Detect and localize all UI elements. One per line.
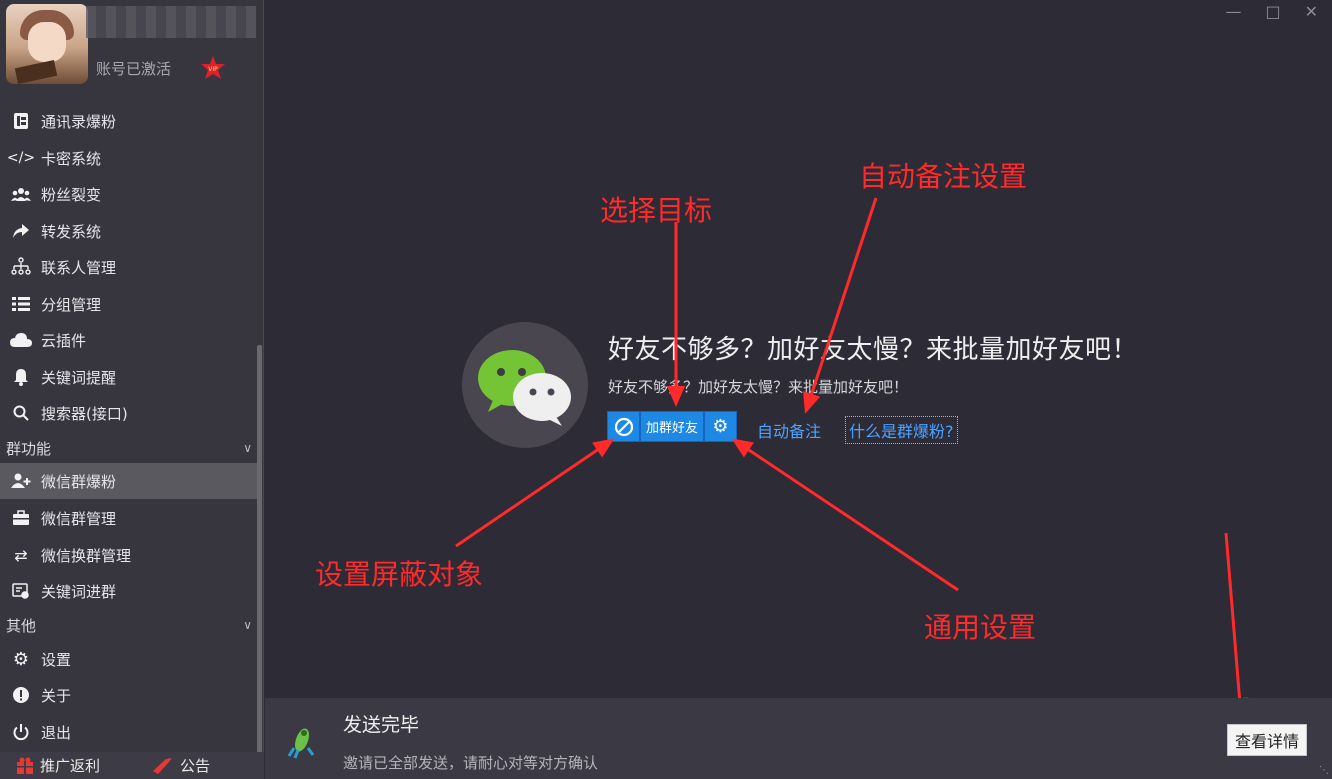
sidebar-item-search-interface[interactable]: 搜索器(接口) — [0, 395, 262, 431]
sidebar-item-label: 云插件 — [41, 331, 87, 350]
sidebar-item-label: 微信群管理 — [41, 509, 117, 528]
close-icon[interactable]: ✕ — [1305, 2, 1318, 21]
search-icon — [10, 403, 32, 423]
sidebar-item-label: 联系人管理 — [41, 258, 117, 277]
vip-star-icon: VIP — [201, 56, 225, 79]
keyword-group-icon — [10, 581, 32, 601]
chevron-down-icon: ∨ — [243, 441, 252, 455]
section-title: 群功能 — [6, 439, 52, 458]
sidebar-item-about[interactable]: 关于 — [0, 677, 262, 713]
username-redacted — [86, 6, 256, 38]
sidebar-item-wechat-group-boost[interactable]: 微信群爆粉 — [0, 463, 262, 499]
sidebar-item-label: 关键词进群 — [41, 582, 117, 601]
main-headline: 好友不够多？加好友太慢？来批量加好友吧！ — [608, 335, 1139, 365]
annotation-auto-remark-settings: 自动备注设置 — [859, 160, 1028, 193]
sidebar-item-wechat-switch-group[interactable]: ⇄ 微信换群管理 — [0, 537, 262, 573]
add-user-icon — [10, 471, 32, 491]
section-header-group-functions[interactable]: 群功能 ∨ — [0, 433, 262, 463]
minimize-icon[interactable]: — — [1225, 2, 1241, 21]
forward-arrow-icon — [10, 221, 32, 241]
sidebar-item-fan-fission[interactable]: 粉丝裂变 — [0, 176, 262, 212]
sidebar-item-label: 转发系统 — [41, 222, 102, 241]
sidebar-footer: 推广返利 公告 — [0, 752, 264, 779]
code-icon: </> — [6, 150, 36, 166]
sidebar-item-label: 微信群爆粉 — [41, 472, 117, 491]
profile-panel: 账号已激活 VIP — [0, 0, 264, 100]
avatar[interactable] — [6, 4, 88, 84]
gear-icon: ⚙ — [712, 416, 729, 437]
rocket-figure-icon — [287, 728, 315, 759]
briefcase-icon — [10, 508, 32, 528]
sidebar-item-group-management[interactable]: 分组管理 — [0, 286, 262, 322]
add-group-friends-button[interactable]: 加群好友 — [640, 411, 704, 442]
annotation-set-block: 设置屏蔽对象 — [315, 558, 484, 591]
info-icon — [10, 685, 32, 705]
resize-grip-icon[interactable]: ⋱ — [1319, 765, 1329, 776]
auto-remark-link[interactable]: 自动备注 — [757, 418, 821, 442]
sidebar-item-exit[interactable]: 退出 — [0, 714, 262, 750]
main-subline: 好友不够多？加好友太慢？来批量加好友吧！ — [608, 378, 909, 396]
section-header-other[interactable]: 其他 ∨ — [0, 610, 262, 640]
contacts-book-icon — [10, 111, 32, 131]
sidebar-item-label: 设置 — [41, 650, 72, 669]
sidebar-item-label: 通讯录爆粉 — [41, 112, 117, 131]
action-button-group: 加群好友 ⚙ — [607, 411, 737, 442]
sidebar-item-wechat-group-management[interactable]: 微信群管理 — [0, 500, 262, 536]
sidebar: 账号已激活 VIP 通讯录爆粉 </> 卡密系统 粉丝裂变 转发系统 联系人管理 — [0, 0, 264, 779]
notice-label: 公告 — [180, 757, 211, 775]
gift-icon — [17, 757, 33, 774]
account-status: 账号已激活 — [96, 60, 172, 78]
sidebar-item-keyword-alert[interactable]: 关键词提醒 — [0, 359, 262, 395]
sidebar-item-cloud-plugin[interactable]: 云插件 — [0, 322, 262, 358]
sidebar-item-label: 粉丝裂变 — [41, 185, 102, 204]
sidebar-scrollbar[interactable] — [257, 345, 262, 755]
maximize-icon[interactable]: □ — [1265, 2, 1280, 21]
annotation-select-target: 选择目标 — [600, 194, 713, 227]
status-title: 发送完毕 — [343, 714, 420, 736]
sidebar-item-label: 退出 — [41, 723, 72, 742]
chevron-down-icon: ∨ — [243, 618, 252, 632]
sidebar-item-label: 搜索器(接口) — [41, 404, 128, 423]
what-is-group-boost-link[interactable]: 什么是群爆粉? — [845, 416, 958, 444]
view-details-button[interactable]: 查看详情 — [1227, 724, 1307, 756]
list-icon — [10, 294, 32, 314]
general-settings-button[interactable]: ⚙ — [704, 411, 737, 442]
org-chart-icon — [10, 257, 32, 277]
annotation-general-settings: 通用设置 — [924, 611, 1037, 644]
notice-link[interactable]: 公告 — [152, 755, 210, 776]
status-bar: 发送完毕 邀请已全部发送，请耐心对等对方确认 查看详情 ⋱ — [265, 698, 1332, 779]
sidebar-item-contact-management[interactable]: 联系人管理 — [0, 249, 262, 285]
sidebar-item-keyword-join-group[interactable]: 关键词进群 — [0, 573, 262, 609]
megaphone-icon — [153, 757, 173, 774]
sidebar-item-forward-system[interactable]: 转发系统 — [0, 213, 262, 249]
svg-text:VIP: VIP — [208, 66, 218, 73]
sidebar-item-label: 卡密系统 — [41, 149, 102, 168]
section-title: 其他 — [6, 616, 37, 635]
bell-icon — [10, 367, 32, 387]
block-target-button[interactable] — [607, 411, 640, 442]
sidebar-item-label: 关键词提醒 — [41, 368, 117, 387]
block-icon — [614, 417, 633, 436]
status-description: 邀请已全部发送，请耐心对等对方确认 — [343, 754, 599, 772]
wechat-logo-icon — [462, 322, 588, 448]
promo-label: 推广返利 — [40, 757, 101, 775]
sidebar-item-settings[interactable]: ⚙ 设置 — [0, 641, 262, 677]
power-icon — [10, 722, 32, 742]
promo-link[interactable]: 推广返利 — [16, 755, 100, 776]
cloud-icon — [10, 330, 32, 350]
sidebar-item-label: 微信换群管理 — [41, 546, 132, 565]
sidebar-item-contacts-boost[interactable]: 通讯录爆粉 — [0, 103, 262, 139]
users-group-icon — [10, 184, 32, 204]
window-controls: — □ ✕ — [1225, 0, 1318, 22]
swap-icon: ⇄ — [14, 545, 28, 565]
sidebar-item-label: 关于 — [41, 686, 72, 705]
sidebar-item-label: 分组管理 — [41, 295, 102, 314]
sidebar-item-card-system[interactable]: </> 卡密系统 — [0, 140, 262, 176]
gear-icon: ⚙ — [12, 648, 30, 670]
